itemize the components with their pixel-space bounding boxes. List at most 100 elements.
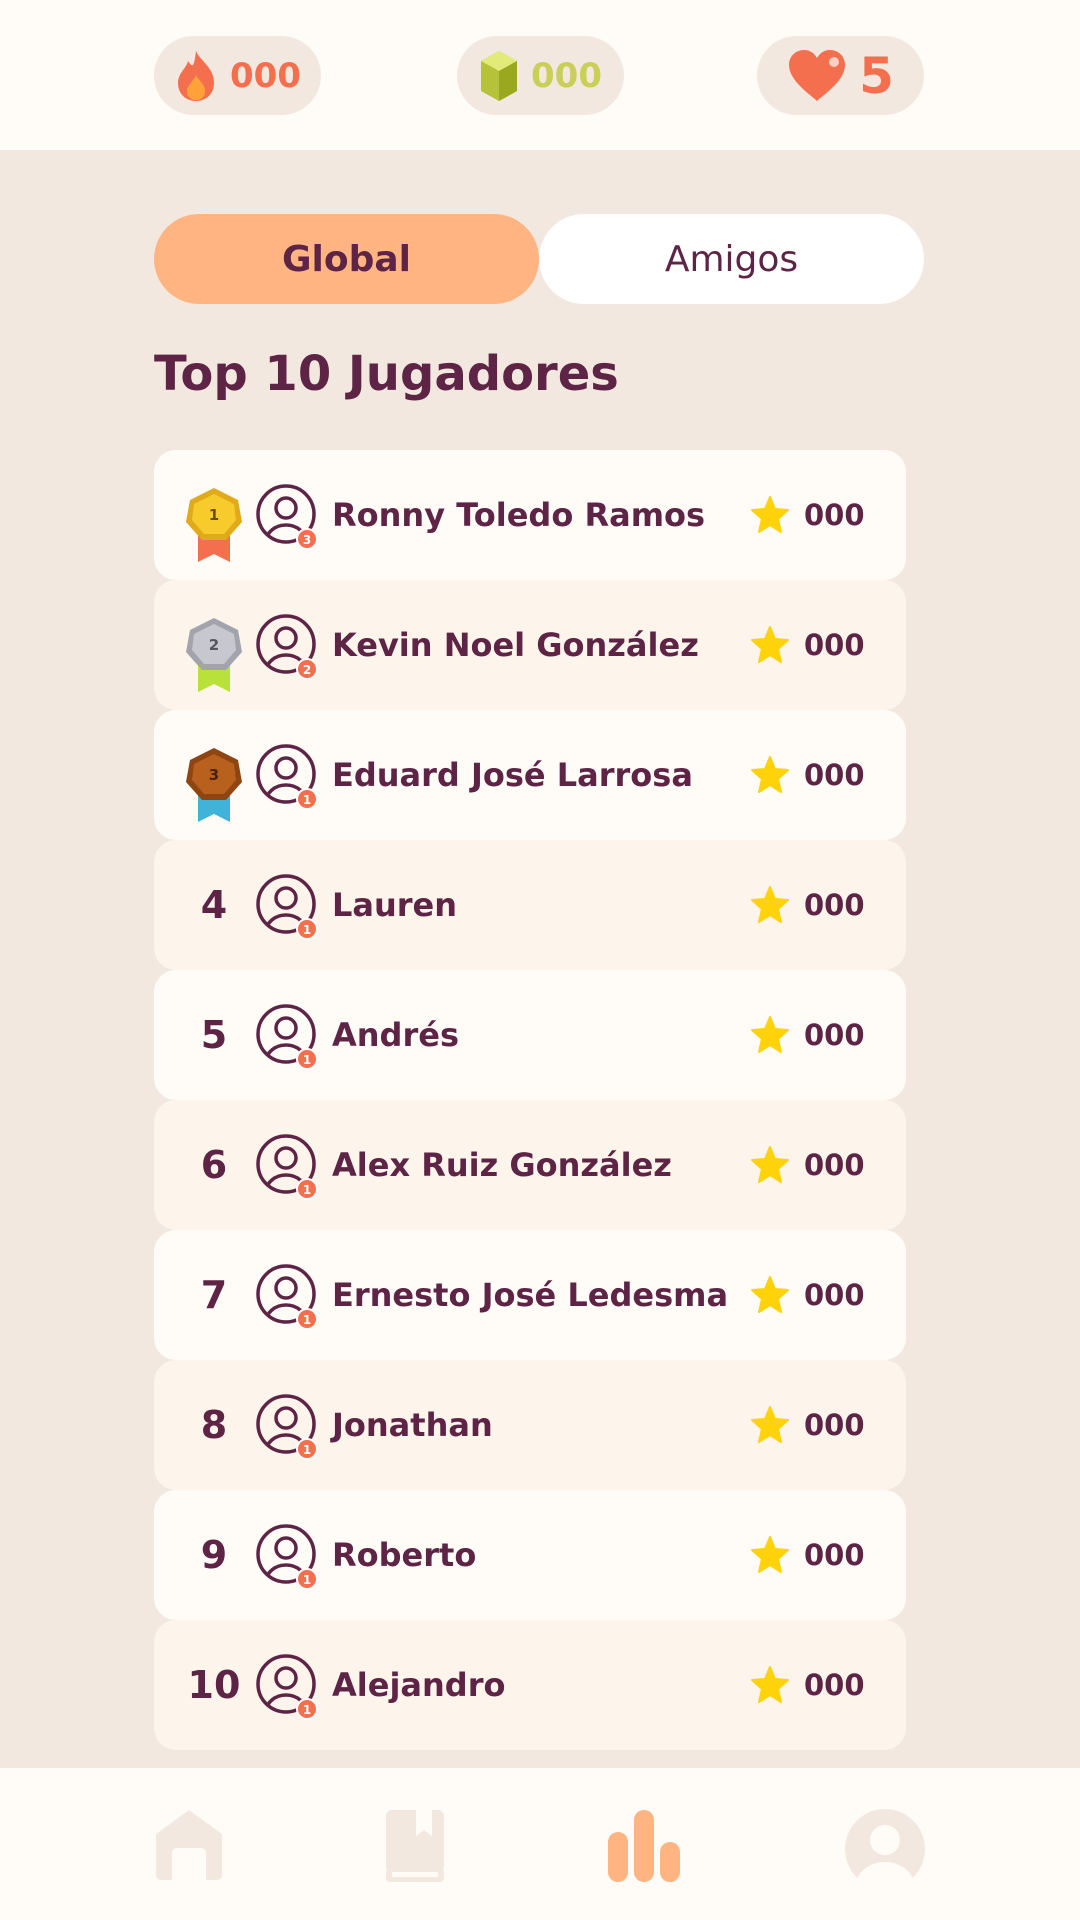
score-value: 000: [804, 1018, 865, 1052]
star-icon: [751, 1276, 789, 1313]
list-item[interactable]: 5 1 Andrés 000: [154, 970, 906, 1100]
fire-icon: [174, 49, 218, 103]
star-icon: [751, 1146, 789, 1183]
medal-icon: 2: [184, 616, 244, 698]
streak-counter[interactable]: 000: [154, 36, 321, 115]
score-value: 000: [804, 1278, 865, 1312]
star-icon: [751, 496, 789, 533]
list-item[interactable]: 1 3 Ronny Toledo Ramos 000: [154, 450, 906, 580]
heart-icon: [787, 49, 847, 103]
medal-icon: 1: [184, 486, 244, 568]
avatar-level-badge: 1: [303, 1703, 311, 1717]
player-name: Lauren: [332, 886, 458, 924]
avatar[interactable]: 1: [256, 1134, 322, 1204]
star-icon: [751, 1016, 789, 1053]
avatar[interactable]: 1: [256, 1264, 322, 1334]
avatar-level-badge: 1: [303, 1313, 311, 1327]
player-score: 000: [750, 886, 865, 924]
list-item[interactable]: 6 1 Alex Ruiz González 000: [154, 1100, 906, 1230]
star-icon: [751, 1536, 789, 1573]
player-name: Kevin Noel González: [332, 626, 699, 664]
rank-number: 10: [187, 1663, 241, 1707]
player-name: Ernesto José Ledesma: [332, 1276, 729, 1314]
avatar-level-badge: 2: [303, 663, 311, 677]
nav-lessons-button[interactable]: [384, 1808, 446, 1888]
medal-rank-label: 1: [209, 506, 219, 524]
star-icon: [751, 756, 789, 793]
profile-icon: [844, 1809, 926, 1894]
rank-number: 7: [200, 1273, 228, 1317]
avatar[interactable]: 1: [256, 1654, 322, 1724]
list-item[interactable]: 10 1 Alejandro 000: [154, 1620, 906, 1750]
gems-value: 000: [531, 55, 602, 96]
player-score: 000: [750, 1146, 865, 1184]
rank-number: 5: [200, 1013, 228, 1057]
avatar[interactable]: 1: [256, 874, 322, 944]
top-status-bar: 000 000 5: [0, 0, 1080, 150]
avatar[interactable]: 1: [256, 1004, 322, 1074]
nav-profile-button[interactable]: [844, 1808, 926, 1894]
player-score: 000: [750, 1406, 865, 1444]
player-name: Ronny Toledo Ramos: [332, 496, 706, 534]
list-item[interactable]: 7 1 Ernesto José Ledesma 000: [154, 1230, 906, 1360]
rank-number: 4: [200, 883, 228, 927]
player-score: 000: [750, 626, 865, 664]
leaderboard-list: 1 3 Ronny Toledo Ramos 000 2 2 Kevin Noel Gonz…: [154, 450, 906, 1750]
list-item[interactable]: 9 1 Roberto 000: [154, 1490, 906, 1620]
avatar-level-badge: 1: [303, 923, 311, 937]
nav-home-button[interactable]: [154, 1808, 224, 1886]
rank-number: 8: [200, 1403, 228, 1447]
score-value: 000: [804, 1148, 865, 1182]
avatar-level-badge: 1: [303, 1573, 311, 1587]
gem-icon: [479, 49, 519, 103]
star-icon: [751, 1666, 789, 1703]
medal-rank-label: 2: [209, 636, 219, 654]
player-name: Alex Ruiz González: [332, 1146, 672, 1184]
avatar-level-badge: 1: [303, 1183, 311, 1197]
avatar-level-badge: 1: [303, 1443, 311, 1457]
score-value: 000: [804, 1538, 865, 1572]
streak-value: 000: [230, 55, 301, 96]
gems-counter[interactable]: 000: [457, 36, 624, 115]
nav-leaderboard-button[interactable]: [606, 1808, 682, 1888]
avatar[interactable]: 1: [256, 744, 322, 814]
book-icon: [384, 1810, 446, 1888]
lives-counter[interactable]: 5: [757, 36, 924, 115]
avatar-level-badge: 1: [303, 1053, 311, 1067]
tab-global[interactable]: Global: [154, 214, 539, 304]
lives-value: 5: [859, 46, 894, 105]
score-value: 000: [804, 1668, 865, 1702]
player-name: Jonathan: [332, 1406, 493, 1444]
score-value: 000: [804, 758, 865, 792]
avatar[interactable]: 1: [256, 1524, 322, 1594]
player-name: Roberto: [332, 1536, 477, 1574]
avatar-level-badge: 1: [303, 793, 311, 807]
player-score: 000: [750, 756, 865, 794]
score-value: 000: [804, 888, 865, 922]
page-title: Top 10 Jugadores: [154, 346, 619, 402]
player-name: Eduard José Larrosa: [332, 756, 693, 794]
avatar[interactable]: 1: [256, 1394, 322, 1464]
list-item[interactable]: 2 2 Kevin Noel González 000: [154, 580, 906, 710]
avatar[interactable]: 2: [256, 614, 322, 684]
leaderboard-icon: [606, 1810, 682, 1888]
list-item[interactable]: 8 1 Jonathan 000: [154, 1360, 906, 1490]
list-item[interactable]: 3 1 Eduard José Larrosa 000: [154, 710, 906, 840]
player-score: 000: [750, 1016, 865, 1054]
score-value: 000: [804, 1408, 865, 1442]
scope-tabs: Global Amigos: [154, 214, 924, 304]
medal-icon: 3: [184, 746, 244, 828]
score-value: 000: [804, 498, 865, 532]
star-icon: [751, 1406, 789, 1443]
star-icon: [751, 886, 789, 923]
player-score: 000: [750, 496, 865, 534]
medal-rank-label: 3: [209, 766, 219, 784]
avatar[interactable]: 3: [256, 484, 322, 554]
tab-friends[interactable]: Amigos: [539, 214, 924, 304]
player-score: 000: [750, 1276, 865, 1314]
rank-number: 9: [200, 1533, 228, 1577]
home-icon: [154, 1810, 224, 1886]
list-item[interactable]: 4 1 Lauren 000: [154, 840, 906, 970]
player-score: 000: [750, 1536, 865, 1574]
player-score: 000: [750, 1666, 865, 1704]
